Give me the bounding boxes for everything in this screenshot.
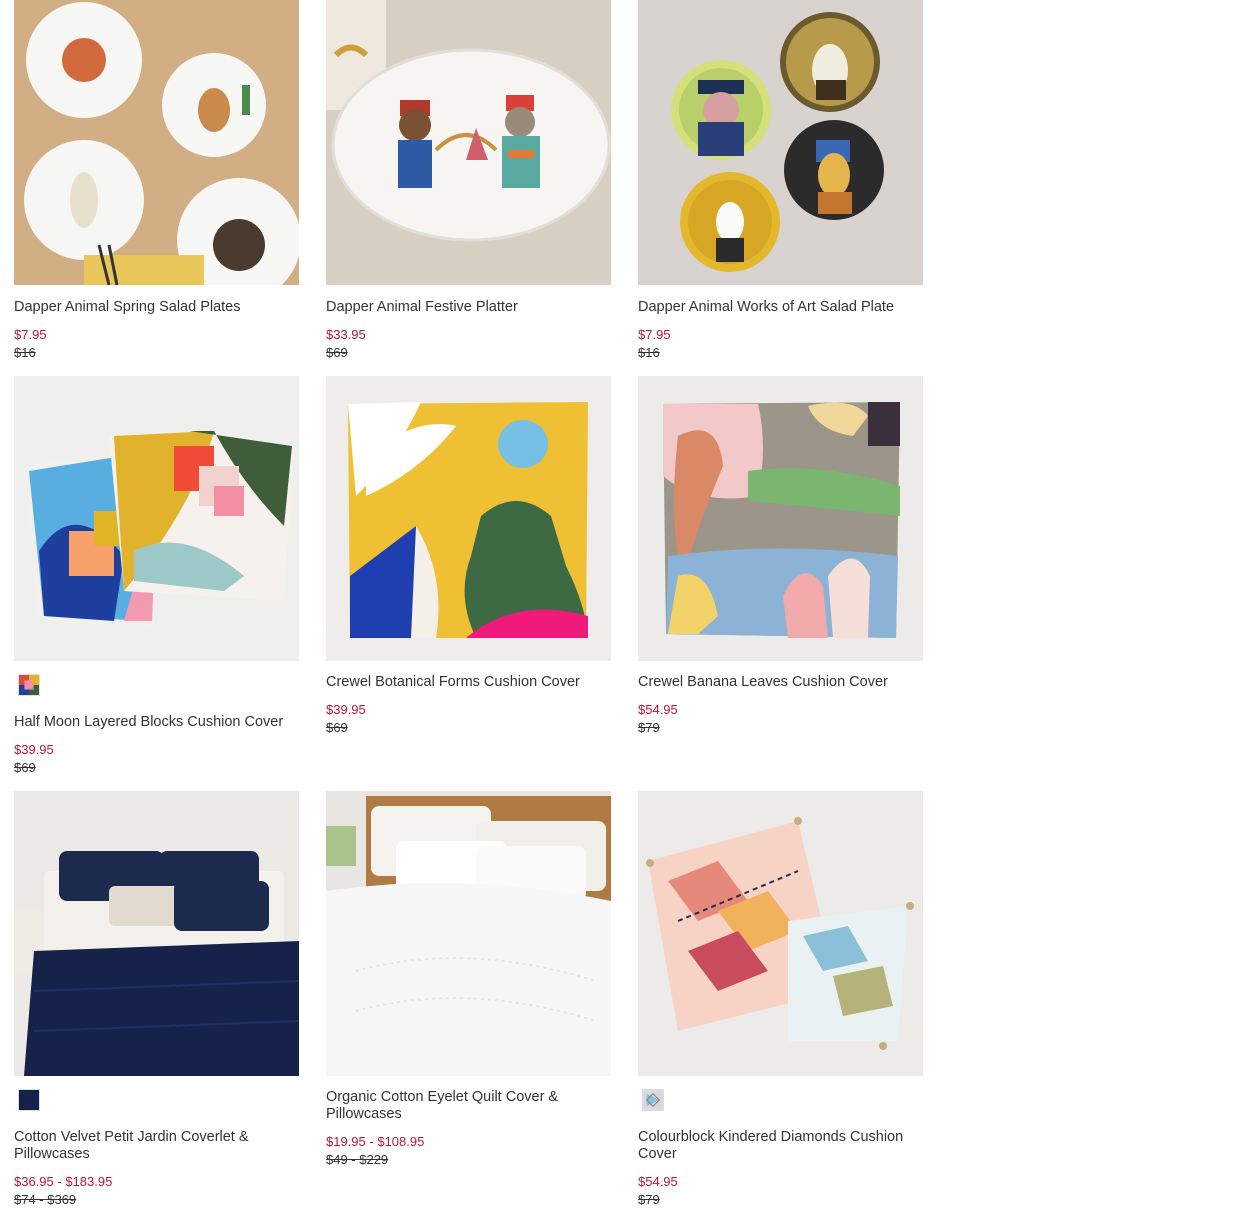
sale-price: $54.95 xyxy=(638,702,678,717)
original-price: $16 xyxy=(14,345,36,360)
sale-price: $36.95 - $183.95 xyxy=(14,1174,113,1189)
color-swatch-navy[interactable] xyxy=(18,1089,40,1111)
product-image[interactable] xyxy=(638,0,923,285)
product-image[interactable] xyxy=(326,376,611,661)
product-image[interactable] xyxy=(14,0,299,285)
product-image[interactable] xyxy=(14,376,299,661)
product-name[interactable]: Cotton Velvet Petit Jardin Coverlet & Pi… xyxy=(14,1129,299,1163)
original-price: $69 xyxy=(326,345,348,360)
color-swatch-multicolor[interactable] xyxy=(18,674,40,696)
original-price: $16 xyxy=(638,345,660,360)
sale-price: $7.95 xyxy=(638,327,671,342)
color-swatch-grey-blue[interactable] xyxy=(642,1089,664,1111)
product-image[interactable] xyxy=(638,376,923,661)
product-image[interactable] xyxy=(326,791,611,1076)
product-name[interactable]: Dapper Animal Spring Salad Plates xyxy=(14,299,299,316)
product-name[interactable]: Colourblock Kindered Diamonds Cushion Co… xyxy=(638,1129,923,1163)
product-image[interactable] xyxy=(638,791,923,1076)
original-price: $79 xyxy=(638,720,660,735)
sale-price: $33.95 xyxy=(326,327,366,342)
product-image[interactable] xyxy=(326,0,611,285)
sale-price: $7.95 xyxy=(14,327,47,342)
sale-price: $54.95 xyxy=(638,1174,678,1189)
original-price: $49 - $229 xyxy=(326,1152,389,1167)
product-image[interactable] xyxy=(14,791,299,1076)
product-name[interactable]: Crewel Botanical Forms Cushion Cover xyxy=(326,674,611,691)
sale-price: $39.95 xyxy=(14,742,54,757)
product-name[interactable]: Dapper Animal Festive Platter xyxy=(326,299,611,316)
original-price: $74 - $369 xyxy=(14,1192,77,1207)
product-name[interactable]: Organic Cotton Eyelet Quilt Cover & Pill… xyxy=(326,1089,611,1123)
product-name[interactable]: Crewel Banana Leaves Cushion Cover xyxy=(638,674,923,691)
original-price: $69 xyxy=(326,720,348,735)
product-name[interactable]: Dapper Animal Works of Art Salad Plate xyxy=(638,299,923,316)
product-name[interactable]: Half Moon Layered Blocks Cushion Cover xyxy=(14,714,299,731)
sale-price: $19.95 - $108.95 xyxy=(326,1134,425,1149)
sale-price: $39.95 xyxy=(326,702,366,717)
original-price: $69 xyxy=(14,760,36,775)
original-price: $79 xyxy=(638,1192,660,1207)
